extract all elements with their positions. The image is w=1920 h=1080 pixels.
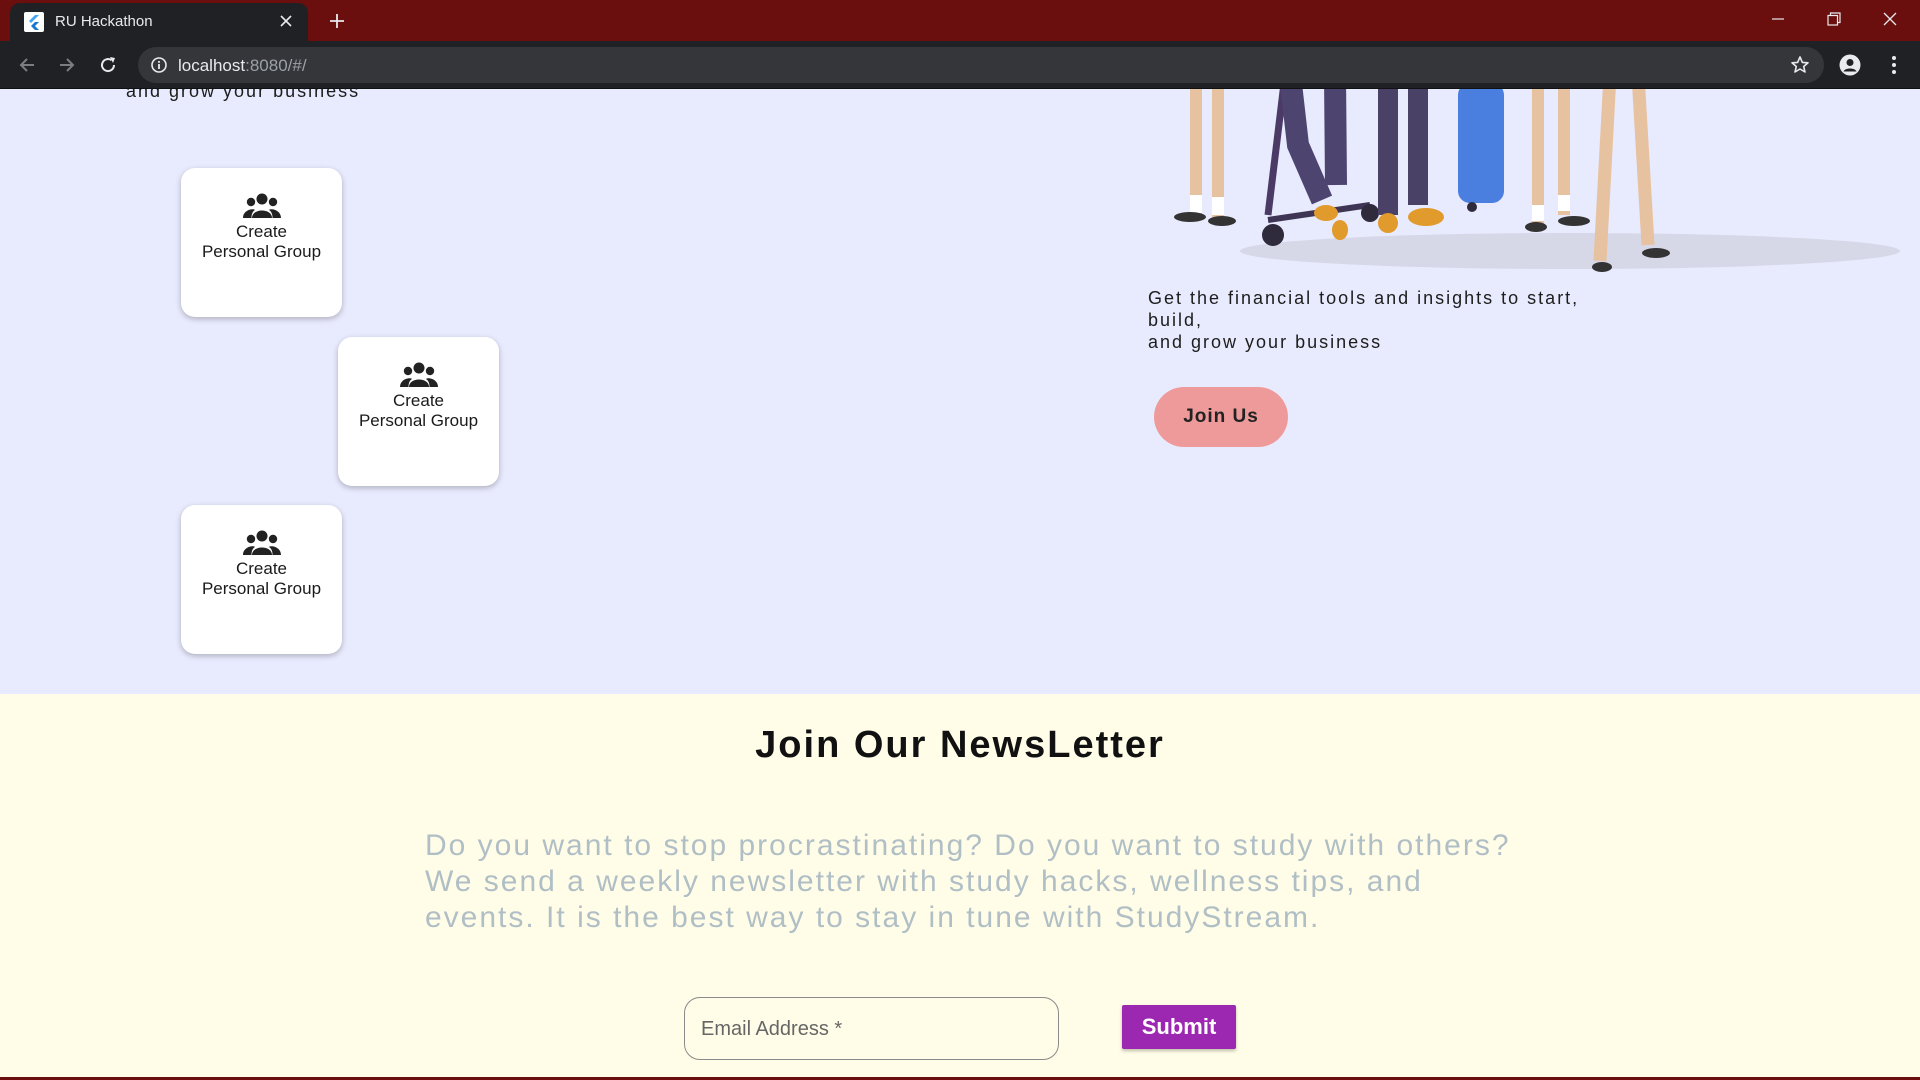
tagline-line1: Get the financial tools and insights to …: [1148, 288, 1580, 308]
browser-tab[interactable]: RU Hackathon: [10, 3, 308, 41]
people-illustration: [1174, 89, 1900, 272]
newsletter-description: Do you want to stop procrastinating? Do …: [425, 829, 1511, 934]
tagline-line3: and grow your business: [1148, 332, 1383, 352]
close-window-icon[interactable]: [1862, 0, 1918, 38]
groups-icon: [242, 530, 281, 555]
groups-icon: [399, 362, 438, 387]
flutter-favicon-icon: [24, 12, 44, 32]
url-text: localhost:8080/#/: [178, 56, 307, 76]
url-host: localhost: [178, 56, 246, 75]
card-label-line2: Personal Group: [201, 579, 322, 598]
url-path: :8080/#/: [245, 56, 307, 75]
tagline-line2: build,: [1148, 310, 1204, 330]
browser-toolbar: localhost:8080/#/: [0, 41, 1920, 89]
card-label-line1: Create: [235, 559, 288, 578]
browser-tab-strip: RU Hackathon: [0, 0, 1920, 41]
email-field[interactable]: [684, 997, 1059, 1060]
card-label-line1: Create: [235, 222, 288, 241]
site-info-icon[interactable]: [150, 56, 168, 79]
forward-icon[interactable]: [52, 50, 82, 80]
card-label-line2: Personal Group: [201, 242, 322, 261]
profile-icon[interactable]: [1836, 51, 1864, 79]
hero-section: and grow your business Create Personal G…: [0, 89, 1920, 694]
page-viewport: and grow your business Create Personal G…: [0, 89, 1920, 1080]
newsletter-section: Join Our NewsLetter Do you want to stop …: [0, 694, 1920, 1080]
restore-icon[interactable]: [1806, 0, 1862, 38]
back-icon[interactable]: [12, 50, 42, 80]
create-personal-group-card[interactable]: Create Personal Group: [338, 337, 499, 486]
hero-tagline: Get the financial tools and insights to …: [1148, 287, 1618, 353]
card-label-line1: Create: [392, 391, 445, 410]
new-tab-icon[interactable]: [324, 8, 350, 34]
email-input[interactable]: [699, 998, 1043, 1060]
join-us-button[interactable]: Join Us: [1154, 387, 1288, 447]
newsletter-title: Join Our NewsLetter: [755, 724, 1165, 766]
minimize-icon[interactable]: [1750, 0, 1806, 38]
create-personal-group-card[interactable]: Create Personal Group: [181, 168, 342, 317]
groups-icon: [242, 193, 281, 218]
address-bar[interactable]: localhost:8080/#/: [138, 47, 1824, 83]
bookmark-star-icon[interactable]: [1790, 55, 1810, 80]
card-label-line2: Personal Group: [358, 411, 479, 430]
create-personal-group-card[interactable]: Create Personal Group: [181, 505, 342, 654]
reload-icon[interactable]: [93, 50, 123, 80]
close-tab-icon[interactable]: [274, 9, 298, 33]
more-menu-icon[interactable]: [1880, 51, 1908, 79]
submit-button[interactable]: Submit: [1122, 1005, 1236, 1049]
hero-cut-text: and grow your business: [126, 89, 361, 101]
tab-title: RU Hackathon: [55, 13, 153, 30]
